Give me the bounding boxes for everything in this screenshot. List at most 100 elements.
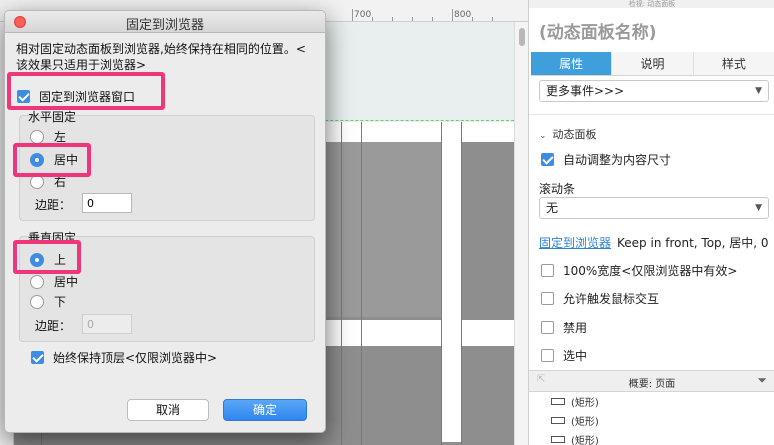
outline-item[interactable]: (矩形): [551, 413, 599, 428]
tab-notes[interactable]: 说明: [612, 52, 694, 75]
guide-vertical: [441, 122, 442, 445]
radio-right-label: 右: [54, 175, 67, 189]
radio-center-label: 居中: [54, 153, 79, 167]
selected-checkbox[interactable]: 选中: [541, 347, 587, 364]
radio-icon: [30, 294, 44, 309]
checkbox-icon: [541, 292, 554, 305]
radio-bottom[interactable]: 下: [30, 293, 66, 310]
ruler-tick: [432, 17, 433, 21]
scrollbar-select[interactable]: 无 ▼: [539, 197, 769, 219]
vertical-margin-input[interactable]: [82, 314, 132, 334]
vertical-pin-group: 垂直固定 上 居中 下 边距：: [19, 231, 315, 342]
horizontal-group-title: 水平固定: [28, 110, 77, 124]
keep-front-checkbox[interactable]: 始终保持顶层<仅限浏览器中>: [31, 349, 217, 366]
vertical-margin-label: 边距：: [35, 319, 72, 333]
vertical-group-title: 垂直固定: [28, 231, 77, 245]
ruler-tick: [452, 9, 453, 21]
ruler-tick: [352, 9, 353, 21]
checkbox-icon: [541, 349, 554, 362]
chevron-down-icon: ▼: [755, 203, 762, 213]
checkbox-icon: [541, 321, 554, 334]
radio-icon: [30, 152, 44, 167]
tab-style[interactable]: 样式: [693, 52, 774, 75]
outline-item-label: (矩形): [571, 436, 599, 445]
scrollbar-value: 无: [546, 201, 559, 215]
horizontal-margin-label: 边距：: [35, 198, 72, 212]
more-events-select[interactable]: 更多事件>>> ▼: [539, 80, 769, 102]
tab-properties[interactable]: 属性: [531, 52, 613, 75]
checkbox-icon: [541, 153, 554, 166]
keep-front-label: 始终保持顶层<仅限浏览器中>: [53, 351, 218, 365]
guide-vertical: [461, 122, 462, 445]
auto-resize-label: 自动调整为内容尺寸: [563, 153, 672, 167]
pin-to-window-checkbox[interactable]: 固定到浏览器窗口: [17, 88, 135, 105]
disabled-label: 禁用: [563, 321, 588, 335]
ruler-tick: [412, 17, 413, 21]
pin-summary: Keep in front, Top, 居中, 0: [617, 236, 769, 250]
pin-to-browser-row: 固定到浏览器 Keep in front, Top, 居中, 0: [539, 234, 769, 251]
allow-mouse-checkbox[interactable]: 允许触发鼠标交互: [541, 290, 659, 307]
dialog-title: 固定到浏览器: [125, 18, 204, 33]
radio-middle[interactable]: 居中: [30, 273, 78, 290]
canvas-scrollbar[interactable]: [514, 22, 528, 445]
pin-to-window-label: 固定到浏览器窗口: [39, 90, 136, 104]
radio-bottom-label: 下: [54, 295, 67, 309]
selected-label: 选中: [563, 349, 588, 363]
filter-icon[interactable]: ⏷: [757, 373, 767, 388]
radio-icon: [30, 129, 44, 144]
allow-mouse-label: 允许触发鼠标交互: [563, 292, 660, 306]
ruler-label: 800: [454, 10, 472, 20]
chevron-down-icon: ▼: [755, 86, 762, 96]
cancel-button[interactable]: 取消: [127, 399, 209, 421]
radio-icon: [30, 174, 44, 189]
ruler-tick: [492, 17, 493, 21]
inspector-title: 检视: 动态面板: [529, 0, 774, 8]
outline-title: 概要: 页面: [628, 379, 676, 390]
rectangle-icon: [551, 417, 565, 424]
disabled-checkbox[interactable]: 禁用: [541, 319, 587, 336]
radio-right[interactable]: 右: [30, 173, 66, 190]
outline-item[interactable]: (矩形): [551, 394, 599, 409]
inspector-panel: 检视: 动态面板 (动态面板名称) 属性 说明 样式 更多事件>>> ▼ ⌄ 动态…: [528, 0, 774, 445]
chevron-down-icon: ⌄: [539, 131, 547, 141]
scrollbar-label: 滚动条: [539, 182, 576, 196]
divider: [529, 114, 774, 115]
pin-to-browser-link[interactable]: 固定到浏览器: [539, 236, 611, 250]
guide-vertical: [361, 122, 362, 445]
radio-middle-label: 居中: [54, 275, 79, 289]
checkbox-icon: [541, 264, 554, 277]
outline-item-label: (矩形): [571, 417, 599, 428]
full-width-label: 100%宽度<仅限浏览器中有效>: [563, 264, 738, 278]
dialog-description: 相对固定动态面板到浏览器,始终保持在相同的位置。<该效果只适用于浏览器>: [16, 42, 306, 72]
panel-name-field[interactable]: (动态面板名称): [539, 18, 657, 43]
full-width-checkbox[interactable]: 100%宽度<仅限浏览器中有效>: [541, 262, 737, 279]
ok-button[interactable]: 确定: [223, 399, 307, 421]
horizontal-margin-input[interactable]: [82, 193, 132, 213]
radio-left-label: 左: [54, 130, 67, 144]
ruler-tick: [472, 17, 473, 21]
section-title-label: 动态面板: [552, 128, 597, 141]
radio-center[interactable]: 居中: [30, 151, 78, 168]
ruler-tick: [372, 17, 373, 21]
outline-header: ⇱ 概要: 页面 ⏷: [529, 370, 774, 392]
outline-item[interactable]: (矩形): [551, 432, 599, 445]
ruler-tick: [392, 17, 393, 21]
rectangle-icon: [551, 398, 565, 405]
radio-left[interactable]: 左: [30, 128, 66, 145]
section-dynamic-panel[interactable]: ⌄ 动态面板: [539, 126, 597, 142]
canvas-scrollbar-thumb[interactable]: [519, 28, 525, 46]
horizontal-pin-group: 水平固定 左 居中 右 边距：: [19, 110, 315, 221]
radio-icon: [30, 252, 44, 267]
pin-to-browser-dialog: 固定到浏览器 相对固定动态面板到浏览器,始终保持在相同的位置。<该效果只适用于浏…: [4, 10, 326, 433]
rectangle-icon: [551, 436, 565, 443]
dialog-titlebar[interactable]: 固定到浏览器: [5, 11, 325, 33]
ruler-label: 700: [354, 10, 372, 20]
checkbox-icon: [17, 90, 30, 103]
checkbox-icon: [31, 351, 44, 364]
canvas-white-column: [442, 142, 462, 442]
inspector-tabs: 属性 说明 样式: [531, 52, 774, 76]
radio-top-label: 上: [54, 253, 67, 267]
radio-top[interactable]: 上: [30, 251, 66, 268]
outline-item-label: (矩形): [571, 398, 599, 409]
auto-resize-checkbox[interactable]: 自动调整为内容尺寸: [541, 151, 671, 168]
